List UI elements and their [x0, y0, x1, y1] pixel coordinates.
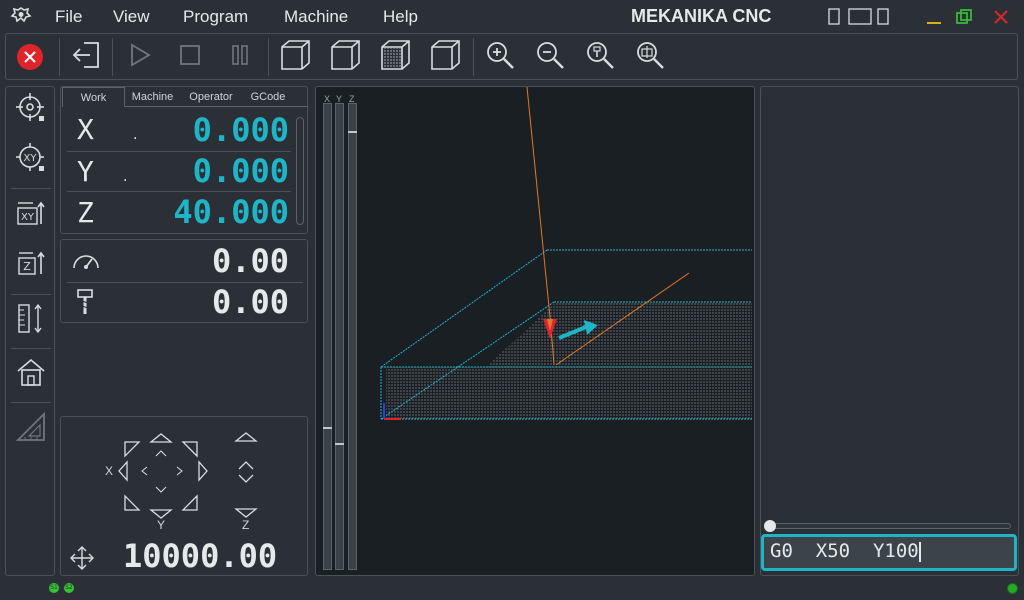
svg-text:Z: Z: [23, 260, 31, 273]
move-icon: [69, 545, 95, 575]
layout-narrow-icon[interactable]: [828, 8, 840, 29]
stop-icon: [177, 42, 203, 72]
feed-speed-panel: 0.00 0.00: [60, 239, 308, 323]
zoom-tool-icon: [584, 39, 616, 75]
square-set-button[interactable]: [12, 410, 50, 448]
app-title: MEKANIKA CNC: [631, 6, 772, 26]
menu-bar: File View Program Machine Help MEKANIKA …: [0, 0, 1024, 34]
tab-machine[interactable]: Machine: [125, 87, 180, 107]
x-axis-label: X: [77, 113, 94, 146]
z-axis-label: Z: [77, 196, 94, 229]
mdi-command-input[interactable]: G0 X50 Y100: [761, 534, 1017, 571]
progress-slider-handle[interactable]: [764, 520, 776, 532]
view-top-button[interactable]: [377, 39, 413, 75]
home-button[interactable]: [12, 355, 50, 393]
minimize-icon[interactable]: [925, 8, 943, 30]
view-iso-button[interactable]: [277, 39, 313, 75]
y-axis-value[interactable]: 0.000: [141, 152, 289, 190]
crosshair-probe-icon: [15, 92, 47, 128]
jog-panel: X Y Z 10000.00: [60, 416, 308, 576]
z-axis-value[interactable]: 40.000: [141, 193, 289, 231]
svg-text:XY: XY: [21, 212, 35, 223]
pause-icon: [227, 42, 253, 72]
toolbar: [5, 33, 1018, 80]
cube-iso-icon: [278, 38, 312, 76]
cube-side-icon: [428, 38, 462, 76]
jog-y-label: Y: [157, 518, 166, 532]
zoom-fit-icon: [634, 39, 666, 75]
toolpath-canvas: [380, 87, 752, 420]
layout-wide-icon[interactable]: [848, 8, 872, 29]
dro-panel: Work Machine Operator GCode X . 0.000 Y …: [60, 86, 308, 234]
zoom-in-button[interactable]: [482, 39, 518, 75]
jog-z-pad[interactable]: [231, 425, 261, 519]
probe-xy-button[interactable]: XY: [12, 141, 50, 179]
mdi-command-text: G0 X50 Y100: [770, 540, 919, 562]
layout-tall-icon[interactable]: [877, 8, 889, 29]
tool-length-button[interactable]: [12, 301, 50, 339]
stop-button[interactable]: [172, 39, 208, 75]
y-axis-label: Y: [77, 155, 94, 188]
zoom-out-button[interactable]: [532, 39, 568, 75]
spindle-icon: [75, 288, 95, 320]
probe-button[interactable]: [12, 91, 50, 129]
zoom-out-icon: [534, 39, 566, 75]
zoom-in-icon: [484, 39, 516, 75]
exit-icon: [70, 39, 102, 75]
speedometer-icon: [71, 248, 101, 278]
ruler-icon: [15, 302, 47, 338]
text-cursor: [918, 541, 921, 562]
menu-machine[interactable]: Machine: [284, 7, 348, 27]
menu-help[interactable]: Help: [383, 7, 418, 27]
jog-x-label: X: [105, 464, 114, 478]
zero-xy-button[interactable]: XY: [12, 197, 50, 235]
menu-file[interactable]: File: [55, 7, 82, 27]
zero-xy-icon: XY: [15, 198, 47, 234]
close-icon[interactable]: [992, 8, 1010, 30]
zoom-tool-button[interactable]: [582, 39, 618, 75]
zero-z-icon: Z: [15, 248, 47, 284]
tool-column: XY XY Z: [5, 86, 55, 576]
toolpath-viewport[interactable]: X Y Z: [315, 86, 755, 576]
view-side-button[interactable]: [427, 39, 463, 75]
cube-front-icon: [328, 38, 362, 76]
exit-button[interactable]: [68, 39, 104, 75]
home-icon: [15, 356, 47, 392]
view-front-button[interactable]: [327, 39, 363, 75]
tab-gcode[interactable]: GCode: [243, 87, 293, 107]
zero-z-button[interactable]: Z: [12, 247, 50, 285]
cube-top-icon: [378, 38, 412, 76]
jog-step-value[interactable]: 10000.00: [123, 537, 277, 575]
menu-view[interactable]: View: [113, 7, 150, 27]
tab-work[interactable]: Work: [62, 87, 125, 107]
status-led-1: S1: [49, 583, 59, 593]
app-logo-icon[interactable]: [10, 6, 32, 28]
play-icon: [127, 42, 153, 72]
set-square-icon: [15, 411, 47, 447]
tab-operator[interactable]: Operator: [182, 87, 240, 107]
pause-button[interactable]: [222, 39, 258, 75]
gcode-panel: [760, 86, 1019, 576]
jog-z-label: Z: [242, 518, 250, 532]
x-axis-value[interactable]: 0.000: [141, 111, 289, 149]
restore-icon[interactable]: [955, 8, 973, 30]
zoom-fit-button[interactable]: [632, 39, 668, 75]
progress-slider-track[interactable]: [766, 523, 1011, 529]
connection-status-indicator: [1007, 583, 1018, 594]
svg-text:XY: XY: [24, 153, 38, 164]
dro-scrollbar[interactable]: [296, 117, 304, 225]
play-button[interactable]: [122, 39, 158, 75]
status-led-2: S2: [64, 583, 74, 593]
spindle-speed-value: 0.00: [211, 283, 289, 321]
crosshair-xy-icon: XY: [15, 142, 47, 178]
emergency-stop-button[interactable]: [12, 39, 48, 75]
feed-rate-value: 0.00: [211, 242, 289, 280]
menu-program[interactable]: Program: [183, 7, 248, 27]
